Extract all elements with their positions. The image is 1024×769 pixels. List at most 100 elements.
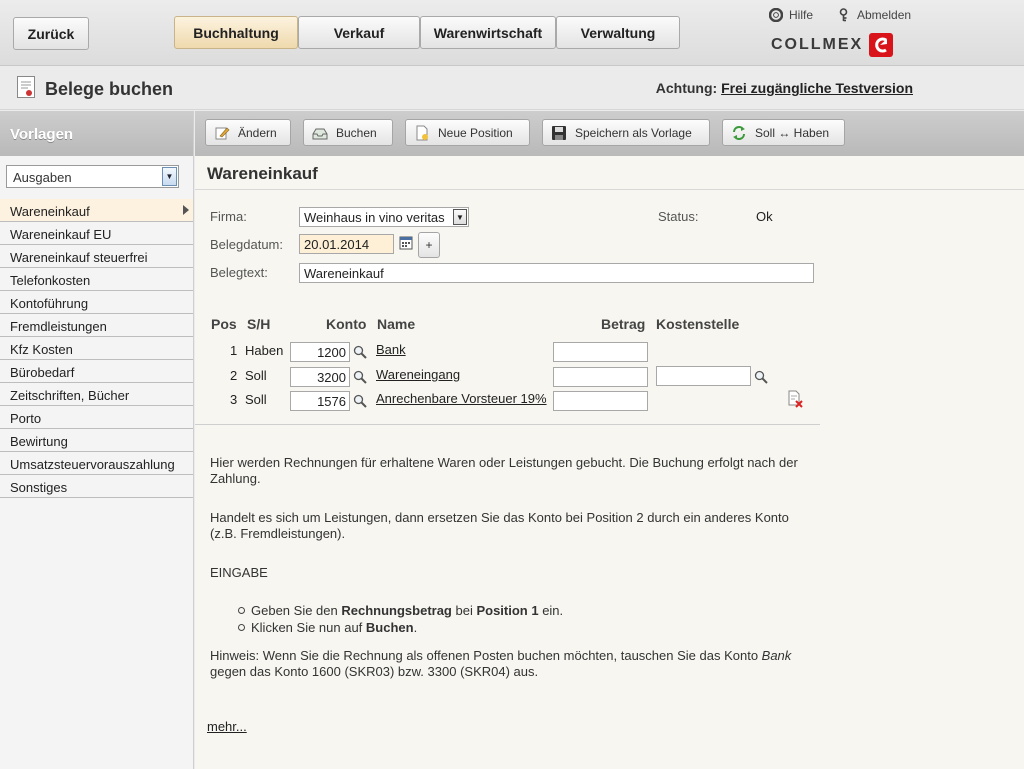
instruction-item-1: Geben Sie den Rechnungsbetrag bei Positi… [238,603,563,618]
account-link[interactable]: Wareneingang [376,367,460,382]
col-header-sh: S/H [247,316,271,332]
account-link[interactable]: Bank [376,342,406,357]
col-header-pos: Pos [211,316,237,332]
more-link[interactable]: mehr... [207,719,247,734]
test-version-notice: Achtung: Frei zugängliche Testversion [656,80,913,96]
save-disk-icon [552,125,566,140]
konto-input[interactable]: 1200 [290,342,350,362]
search-icon[interactable] [353,394,367,408]
row-sh: Soll [245,368,267,383]
search-icon[interactable] [353,370,367,384]
add-date-button[interactable]: + [418,232,440,258]
calendar-icon[interactable] [399,235,413,250]
sidebar-item-kfz-kosten[interactable]: Kfz Kosten [0,337,193,360]
betrag-input[interactable] [553,367,648,387]
neue-position-button[interactable]: Neue Position [405,119,530,146]
chevron-down-icon[interactable]: ▼ [162,167,177,186]
template-category-select[interactable]: Ausgaben ▼ [6,165,179,188]
logout-label: Abmelden [857,8,912,22]
firma-select[interactable]: Weinhaus in vino veritas ▼ [299,207,469,227]
col-header-betrag: Betrag [601,316,646,332]
tab-buchhaltung[interactable]: Buchhaltung [174,16,298,49]
tab-warenwirtschaft[interactable]: Warenwirtschaft [420,16,556,49]
form-heading: Wareneinkauf [195,156,1024,190]
help-paragraph-2: Handelt es sich um Leistungen, dann erse… [210,510,789,541]
account-link[interactable]: Anrechenbare Vorsteuer 19% [376,391,547,406]
sidebar-item-telefonkosten[interactable]: Telefonkosten [0,268,193,291]
konto-input[interactable]: 1576 [290,391,350,411]
collmex-logo: COLLMEX [771,33,894,57]
inbox-icon [312,128,328,139]
sidebar-item-wareneinkauf[interactable]: Wareneinkauf [0,199,193,222]
logout-link[interactable]: Abmelden [839,8,911,22]
sidebar-item-fremdleistungen[interactable]: Fremdleistungen [0,314,193,337]
speichern-vorlage-label: Speichern als Vorlage [575,125,692,140]
bullet-icon [238,624,245,631]
back-button[interactable]: Zurück [13,17,89,50]
soll-haben-swap-button[interactable]: Soll ↔ Haben [722,119,845,146]
sidebar-item-wareneinkauf-eu[interactable]: Wareneinkauf EU [0,222,193,245]
col-header-konto: Konto [326,316,367,332]
template-category-value: Ausgaben [13,170,72,185]
betrag-input[interactable] [553,342,648,362]
notice-prefix: Achtung: [655,80,718,96]
betrag-input[interactable] [553,391,648,411]
new-document-icon [416,125,428,140]
help-link[interactable]: Hilfe [769,8,813,22]
konto-input[interactable]: 3200 [290,367,350,387]
help-paragraph-1: Hier werden Rechnungen für erhaltene War… [210,455,798,486]
buchen-label: Buchen [336,125,377,140]
action-toolbar: Ändern Buchen Neue Position Speichern al… [195,111,1024,156]
sidebar-item-zeitschriften[interactable]: Zeitschriften, Bücher [0,383,193,406]
templates-sidebar: Vorlagen Ausgaben ▼ Wareneinkauf Warenei… [0,111,194,769]
key-icon [839,8,848,22]
swap-arrows-icon [733,125,745,140]
sidebar-item-porto[interactable]: Porto [0,406,193,429]
help-eingabe-heading: EINGABE [210,565,268,580]
tab-verwaltung[interactable]: Verwaltung [556,16,680,49]
bullet-icon [238,607,245,614]
soll-haben-label: Soll ↔ Haben [755,125,830,140]
logo-mark-icon [869,33,894,57]
search-icon[interactable] [353,345,367,359]
delete-row-icon[interactable] [786,390,804,408]
belegdatum-label: Belegdatum: [210,237,283,252]
sidebar-item-umsatzsteuer[interactable]: Umsatzsteuervorauszahlung [0,452,193,475]
belegdatum-input[interactable]: 20.01.2014 [299,234,394,254]
booking-form-panel: Wareneinkauf Firma: Weinhaus in vino ver… [195,156,1024,769]
pencil-icon [215,127,230,139]
lifebuoy-icon [769,8,783,22]
buchen-button[interactable]: Buchen [303,119,393,146]
instruction-item-2: Klicken Sie nun auf Buchen. [238,620,417,635]
firma-label: Firma: [210,209,247,224]
neue-position-label: Neue Position [438,125,513,140]
test-version-link[interactable]: Frei zugängliche Testversion [721,80,913,96]
logo-text: COLLMEX [771,36,864,53]
status-label: Status: [658,209,699,224]
aendern-label: Ändern [238,125,277,140]
col-header-kostenstelle: Kostenstelle [656,316,740,332]
sidebar-item-kontofuehrung[interactable]: Kontoführung [0,291,193,314]
aendern-button[interactable]: Ändern [205,119,291,146]
sidebar-heading: Vorlagen [0,111,193,156]
speichern-vorlage-button[interactable]: Speichern als Vorlage [542,119,710,146]
sidebar-item-bewirtung[interactable]: Bewirtung [0,429,193,452]
help-hint: Hinweis: Wenn Sie die Rechnung als offen… [210,648,792,679]
belegtext-label: Belegtext: [210,265,268,280]
row-sh: Soll [245,392,267,407]
document-icon [17,76,35,98]
chevron-down-icon[interactable]: ▼ [453,209,467,225]
sidebar-item-buerobedarf[interactable]: Bürobedarf [0,360,193,383]
search-icon[interactable] [754,370,768,384]
row-pos: 1 [230,343,238,358]
page-title: Belege buchen [45,79,174,99]
row-sh: Haben [245,343,284,358]
page-header: Belege buchen Achtung: Frei zugängliche … [0,67,1024,110]
template-list: Wareneinkauf Wareneinkauf EU Wareneinkau… [0,199,193,498]
sidebar-item-wareneinkauf-steuerfrei[interactable]: Wareneinkauf steuerfrei [0,245,193,268]
tab-verkauf[interactable]: Verkauf [298,16,420,49]
kostenstelle-input[interactable] [656,366,751,386]
belegtext-input[interactable]: Wareneinkauf [299,263,814,283]
top-navigation-bar: Zurück Buchhaltung Verkauf Warenwirtscha… [0,0,1024,66]
sidebar-item-sonstiges[interactable]: Sonstiges [0,475,193,498]
